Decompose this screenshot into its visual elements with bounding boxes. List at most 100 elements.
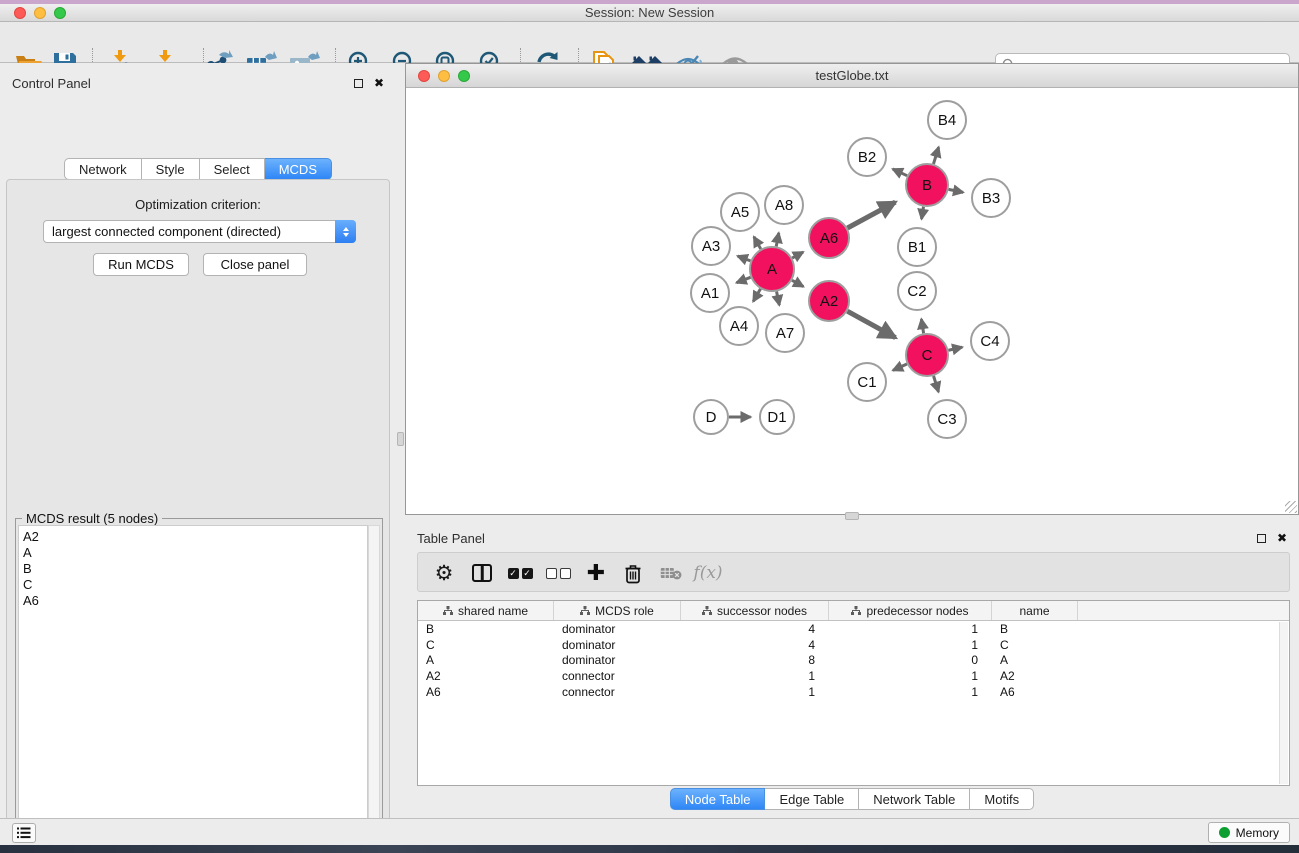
table-cell[interactable]: 4 (681, 638, 829, 652)
network-graph[interactable]: AA1A2A3A4A5A6A7A8BB1B2B3B4CC1C2C3C4DD1 (406, 88, 1298, 514)
table-cell[interactable]: 1 (829, 622, 992, 636)
edge-C-C1[interactable] (893, 364, 907, 370)
table-cell[interactable]: 0 (829, 653, 992, 667)
function-builder-button[interactable]: f(x) (690, 553, 726, 593)
node-A6[interactable]: A6 (809, 218, 849, 258)
close-panel-icon[interactable]: ✖ (374, 77, 384, 89)
table-cell[interactable]: dominator (554, 638, 681, 652)
node-A7[interactable]: A7 (766, 314, 804, 352)
node-A8[interactable]: A8 (765, 186, 803, 224)
node-C4[interactable]: C4 (971, 322, 1009, 360)
edge-B-B1[interactable] (922, 207, 924, 219)
network-canvas[interactable]: AA1A2A3A4A5A6A7A8BB1B2B3B4CC1C2C3C4DD1 (406, 88, 1298, 514)
edge-A-A1[interactable] (736, 277, 750, 282)
node-C[interactable]: C (906, 334, 948, 376)
table-cell[interactable]: C (992, 638, 1078, 652)
node-A1[interactable]: A1 (691, 274, 729, 312)
table-cell[interactable]: 1 (681, 669, 829, 683)
edge-B-B3[interactable] (949, 189, 964, 192)
node-B3[interactable]: B3 (972, 179, 1010, 217)
edge-B-B4[interactable] (933, 147, 938, 164)
edge-C-C4[interactable] (948, 347, 962, 350)
table-cell[interactable]: 1 (829, 638, 992, 652)
column-header-MCDS-role[interactable]: MCDS role (554, 601, 681, 620)
table-cell[interactable]: A2 (992, 669, 1078, 683)
table-row[interactable]: A6connector11A6 (418, 684, 1289, 700)
mcds-result-item[interactable]: A2 (23, 529, 367, 545)
table-row[interactable]: Cdominator41C (418, 637, 1289, 653)
table-cell[interactable]: dominator (554, 653, 681, 667)
node-A5[interactable]: A5 (721, 193, 759, 231)
mcds-result-item[interactable]: A6 (23, 593, 367, 609)
vertical-splitter[interactable] (396, 63, 405, 818)
edge-C-C3[interactable] (934, 376, 939, 392)
node-C1[interactable]: C1 (848, 363, 886, 401)
node-B1[interactable]: B1 (898, 228, 936, 266)
edge-B-B2[interactable] (893, 169, 907, 176)
mcds-result-item[interactable]: A (23, 545, 367, 561)
splitter-handle[interactable] (845, 512, 859, 520)
split-view-button[interactable] (464, 553, 500, 593)
edge-A-A6[interactable] (792, 252, 803, 258)
float-panel-icon[interactable] (354, 79, 363, 88)
table-cell[interactable]: 8 (681, 653, 829, 667)
column-header-name[interactable]: name (992, 601, 1078, 620)
node-C3[interactable]: C3 (928, 400, 966, 438)
node-C2[interactable]: C2 (898, 272, 936, 310)
node-A3[interactable]: A3 (692, 227, 730, 265)
node-D1[interactable]: D1 (760, 400, 794, 434)
table-row[interactable]: A2connector11A2 (418, 668, 1289, 684)
edge-A-A5[interactable] (754, 237, 761, 249)
table-cell[interactable]: C (418, 638, 554, 652)
tab-select[interactable]: Select (200, 158, 265, 180)
edge-A-A7[interactable] (777, 292, 780, 306)
table-row[interactable]: Bdominator41B (418, 621, 1289, 637)
table-cell[interactable]: B (992, 622, 1078, 636)
memory-button[interactable]: Memory (1208, 822, 1290, 843)
delete-column-button[interactable] (615, 553, 651, 593)
tab-motifs[interactable]: Motifs (970, 788, 1034, 810)
column-header-shared-name[interactable]: shared name (418, 601, 554, 620)
float-panel-icon[interactable] (1257, 534, 1266, 543)
tab-edge-table[interactable]: Edge Table (765, 788, 859, 810)
node-A4[interactable]: A4 (720, 307, 758, 345)
node-A2[interactable]: A2 (809, 281, 849, 321)
node-D[interactable]: D (694, 400, 728, 434)
table-cell[interactable]: A2 (418, 669, 554, 683)
edge-A2-C[interactable] (847, 311, 895, 337)
select-all-button[interactable]: ✓✓ (502, 553, 538, 593)
node-A[interactable]: A (750, 247, 794, 291)
close-panel-button[interactable]: Close panel (203, 253, 307, 276)
run-mcds-button[interactable]: Run MCDS (93, 253, 189, 276)
tab-network[interactable]: Network (64, 158, 142, 180)
tab-network-table[interactable]: Network Table (859, 788, 970, 810)
node-table[interactable]: shared nameMCDS rolesuccessor nodesprede… (417, 600, 1290, 786)
column-header-successor-nodes[interactable]: successor nodes (681, 601, 829, 620)
splitter-handle[interactable] (397, 432, 404, 446)
optimization-criterion-select[interactable]: largest connected component (directed) (43, 220, 356, 243)
deselect-all-button[interactable] (540, 553, 576, 593)
table-cell[interactable]: B (418, 622, 554, 636)
node-B[interactable]: B (906, 164, 948, 206)
table-cell[interactable]: 1 (829, 685, 992, 699)
close-panel-icon[interactable]: ✖ (1277, 532, 1287, 544)
edge-A6-B[interactable] (847, 202, 895, 228)
table-cell[interactable]: 4 (681, 622, 829, 636)
tab-style[interactable]: Style (142, 158, 200, 180)
table-cell[interactable]: A (992, 653, 1078, 667)
table-cell[interactable]: connector (554, 669, 681, 683)
table-cell[interactable]: connector (554, 685, 681, 699)
edge-A-A8[interactable] (776, 233, 779, 246)
task-history-button[interactable] (12, 823, 36, 843)
tab-node-table[interactable]: Node Table (670, 788, 766, 810)
resize-grip[interactable] (1285, 501, 1297, 513)
mcds-result-item[interactable]: B (23, 561, 367, 577)
column-header-predecessor-nodes[interactable]: predecessor nodes (829, 601, 992, 620)
add-column-button[interactable]: ✚ (578, 553, 614, 593)
table-scrollbar[interactable] (1279, 622, 1288, 784)
edge-C-C2[interactable] (921, 319, 923, 333)
node-B4[interactable]: B4 (928, 101, 966, 139)
edge-A-A2[interactable] (792, 280, 803, 286)
table-cell[interactable]: A (418, 653, 554, 667)
edge-A-A4[interactable] (753, 289, 760, 302)
